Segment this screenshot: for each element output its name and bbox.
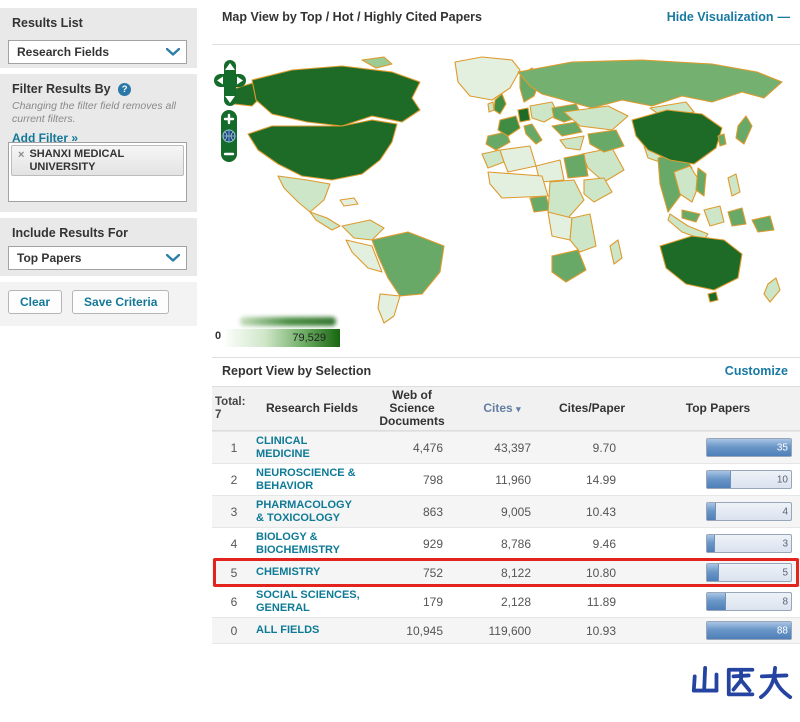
- total-count: Total: 7: [215, 395, 246, 421]
- column-header-top-papers[interactable]: Top Papers: [636, 402, 800, 415]
- docs-cell: 798: [422, 472, 443, 487]
- top-papers-bar: 8: [706, 592, 792, 611]
- rank-cell: 5: [230, 565, 238, 580]
- table-row: 0 ALL FIELDS 10,945 119,600 10.93 88: [212, 617, 800, 643]
- customize-link[interactable]: Customize: [725, 364, 788, 378]
- divider: [212, 357, 800, 358]
- field-link[interactable]: ALL FIELDS: [256, 624, 368, 637]
- results-list-dropdown[interactable]: Research Fields: [8, 40, 187, 64]
- world-map[interactable]: [212, 50, 800, 326]
- sort-arrow-icon: ▾: [516, 403, 521, 414]
- cites-cell: 9,005: [500, 504, 531, 519]
- include-results-dropdown[interactable]: Top Papers: [8, 246, 187, 270]
- watermark-logo: [691, 665, 793, 700]
- include-results-heading: Include Results For: [12, 226, 128, 240]
- legend-min-value: 0: [215, 330, 222, 342]
- cites-cell: 11,960: [495, 472, 531, 487]
- rank-cell: 6: [230, 594, 238, 609]
- table-row-highlighted: 5 CHEMISTRY 752 8,122 10.80 5: [212, 558, 800, 587]
- results-list-heading: Results List: [12, 16, 83, 30]
- main-panel: Map View by Top / Hot / Highly Cited Pap…: [212, 0, 800, 722]
- docs-cell: 863: [422, 504, 443, 519]
- minus-icon: —: [777, 10, 791, 24]
- filter-chip[interactable]: × SHANXI MEDICAL UNIVERSITY: [11, 145, 184, 176]
- top-papers-bar: 5: [706, 563, 792, 582]
- clear-button[interactable]: Clear: [8, 290, 63, 314]
- filter-note: Changing the filter field removes all cu…: [12, 100, 177, 125]
- top-papers-bar: 10: [706, 470, 792, 489]
- hide-visualization-link[interactable]: Hide Visualization —: [667, 10, 790, 24]
- table-row: 4 BIOLOGY & BIOCHEMISTRY 929 8,786 9.46 …: [212, 527, 800, 559]
- field-link[interactable]: NEUROSCIENCE & BEHAVIOR: [256, 467, 368, 492]
- cites-per-paper-cell: 14.99: [585, 472, 616, 487]
- cites-cell: 8,122: [500, 565, 531, 580]
- docs-cell: 179: [422, 594, 443, 609]
- active-filters-box: × SHANXI MEDICAL UNIVERSITY: [8, 142, 187, 202]
- rank-cell: 1: [230, 440, 238, 455]
- results-list-section: Results List Research Fields: [0, 8, 197, 68]
- column-header-documents[interactable]: Web of Science Documents: [368, 389, 456, 428]
- save-criteria-button[interactable]: Save Criteria: [72, 290, 170, 314]
- map-view-title: Map View by Top / Hot / Highly Cited Pap…: [222, 10, 482, 24]
- divider: [212, 44, 800, 45]
- sidebar-actions: Clear Save Criteria: [0, 282, 197, 326]
- legend-reflection: [240, 317, 336, 326]
- filter-chip-label: SHANXI MEDICAL UNIVERSITY: [29, 148, 124, 173]
- divider: [212, 643, 800, 644]
- docs-cell: 10,945: [406, 623, 443, 638]
- top-papers-bar: 35: [706, 438, 792, 457]
- rank-cell: 2: [230, 472, 238, 487]
- cites-cell: 43,397: [494, 440, 531, 455]
- column-header-cites-per-paper[interactable]: Cites/Paper: [548, 402, 636, 415]
- map-pan-control[interactable]: [214, 60, 246, 108]
- docs-cell: 752: [422, 565, 443, 580]
- field-link[interactable]: SOCIAL SCIENCES, GENERAL: [256, 589, 368, 614]
- field-link[interactable]: BIOLOGY & BIOCHEMISTRY: [256, 531, 368, 556]
- table-row: 1 CLINICAL MEDICINE 4,476 43,397 9.70 35: [212, 431, 800, 463]
- column-header-cites[interactable]: Cites ▾: [456, 401, 548, 416]
- cites-per-paper-cell: 10.43: [585, 504, 616, 519]
- column-header-research-fields[interactable]: Research Fields: [256, 402, 368, 415]
- field-link[interactable]: PHARMACOLOGY & TOXICOLOGY: [256, 499, 368, 524]
- field-link[interactable]: CHEMISTRY: [256, 566, 368, 579]
- sidebar: Results List Research Fields Filter Resu…: [0, 0, 197, 722]
- results-list-selected-value: Research Fields: [17, 45, 110, 59]
- cites-per-paper-cell: 9.70: [592, 440, 616, 455]
- table-row: 3 PHARMACOLOGY & TOXICOLOGY 863 9,005 10…: [212, 495, 800, 527]
- remove-filter-icon[interactable]: ×: [18, 149, 24, 173]
- report-view-title: Report View by Selection: [222, 364, 372, 378]
- rank-cell: 3: [230, 504, 238, 519]
- cites-per-paper-cell: 10.80: [585, 565, 616, 580]
- map-zoom-control[interactable]: [220, 110, 238, 162]
- top-papers-bar: 88: [706, 621, 792, 640]
- rank-cell: 0: [230, 623, 238, 638]
- world-map-svg[interactable]: [212, 50, 800, 326]
- report-table: Total: 7 Research Fields Web of Science …: [212, 386, 800, 644]
- cites-per-paper-cell: 10.93: [585, 623, 616, 638]
- cites-per-paper-cell: 9.46: [592, 536, 616, 551]
- filter-section: Filter Results By ? Changing the filter …: [0, 74, 197, 212]
- table-header-row: Total: 7 Research Fields Web of Science …: [212, 386, 800, 431]
- docs-cell: 929: [422, 536, 443, 551]
- filter-heading: Filter Results By: [12, 82, 111, 96]
- chevron-down-icon: [166, 254, 180, 262]
- legend-max-value: 79,529: [292, 332, 326, 344]
- top-papers-bar: 4: [706, 502, 792, 521]
- cites-per-paper-cell: 11.89: [586, 594, 616, 609]
- cites-cell: 119,600: [488, 623, 532, 638]
- field-link[interactable]: CLINICAL MEDICINE: [256, 435, 368, 460]
- table-row: 2 NEUROSCIENCE & BEHAVIOR 798 11,960 14.…: [212, 463, 800, 495]
- cites-cell: 2,128: [500, 594, 531, 609]
- table-row: 6 SOCIAL SCIENCES, GENERAL 179 2,128 11.…: [212, 585, 800, 617]
- legend-gradient-bar: 79,529: [225, 329, 340, 347]
- top-papers-bar: 3: [706, 534, 792, 553]
- cites-cell: 8,786: [500, 536, 531, 551]
- rank-cell: 4: [230, 536, 238, 551]
- help-icon[interactable]: ?: [118, 83, 132, 96]
- docs-cell: 4,476: [412, 440, 443, 455]
- include-results-selected-value: Top Papers: [17, 251, 82, 265]
- include-results-section: Include Results For Top Papers: [0, 218, 197, 276]
- chevron-down-icon: [166, 48, 180, 56]
